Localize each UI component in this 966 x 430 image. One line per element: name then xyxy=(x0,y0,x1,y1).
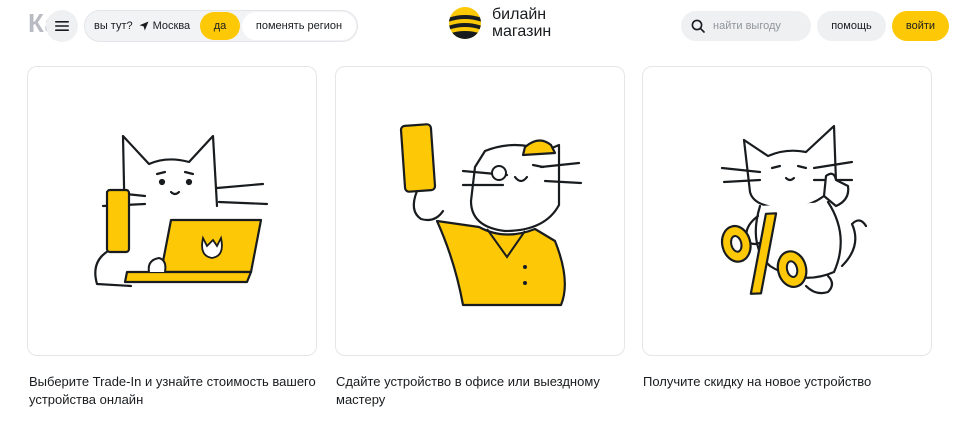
step-caption-2: Сдайте устройство в офисе или выездному … xyxy=(336,374,600,407)
cat-with-percent-sign-illustration xyxy=(720,124,868,295)
location-arrow-icon xyxy=(139,21,149,31)
region-city-label: Москва xyxy=(152,20,191,32)
search-placeholder: найти выгоду xyxy=(713,20,781,32)
cat-courier-holding-phone-illustration xyxy=(399,123,583,307)
change-region-button[interactable]: поменять регион xyxy=(242,12,356,40)
region-city[interactable]: Москва xyxy=(139,20,191,32)
cat-with-phone-and-laptop-illustration xyxy=(94,134,269,288)
step-card-1 xyxy=(27,66,317,356)
region-yes-button[interactable]: да xyxy=(200,12,240,40)
region-question: вы тут? xyxy=(94,20,133,32)
step-card-2 xyxy=(335,66,625,356)
beeline-logo-icon xyxy=(449,7,481,39)
logo-line-2: магазин xyxy=(492,23,552,40)
search-icon xyxy=(691,19,705,33)
login-button[interactable]: войти xyxy=(892,11,949,41)
search-field[interactable]: найти выгоду xyxy=(681,11,811,41)
step-caption-3: Получите скидку на новое устройство xyxy=(643,374,872,389)
help-button[interactable]: помощь xyxy=(817,11,886,41)
beeline-logo[interactable]: билайн магазин xyxy=(448,6,551,40)
site-header: Ка вы тут? Москва да поменять регион бил… xyxy=(0,0,966,54)
menu-button[interactable] xyxy=(46,10,78,42)
logo-line-1: билайн xyxy=(492,6,547,23)
step-caption-1: Выберите Trade-In и узнайте стоимость ва… xyxy=(29,374,316,407)
step-card-3 xyxy=(642,66,932,356)
hamburger-icon xyxy=(55,21,69,31)
